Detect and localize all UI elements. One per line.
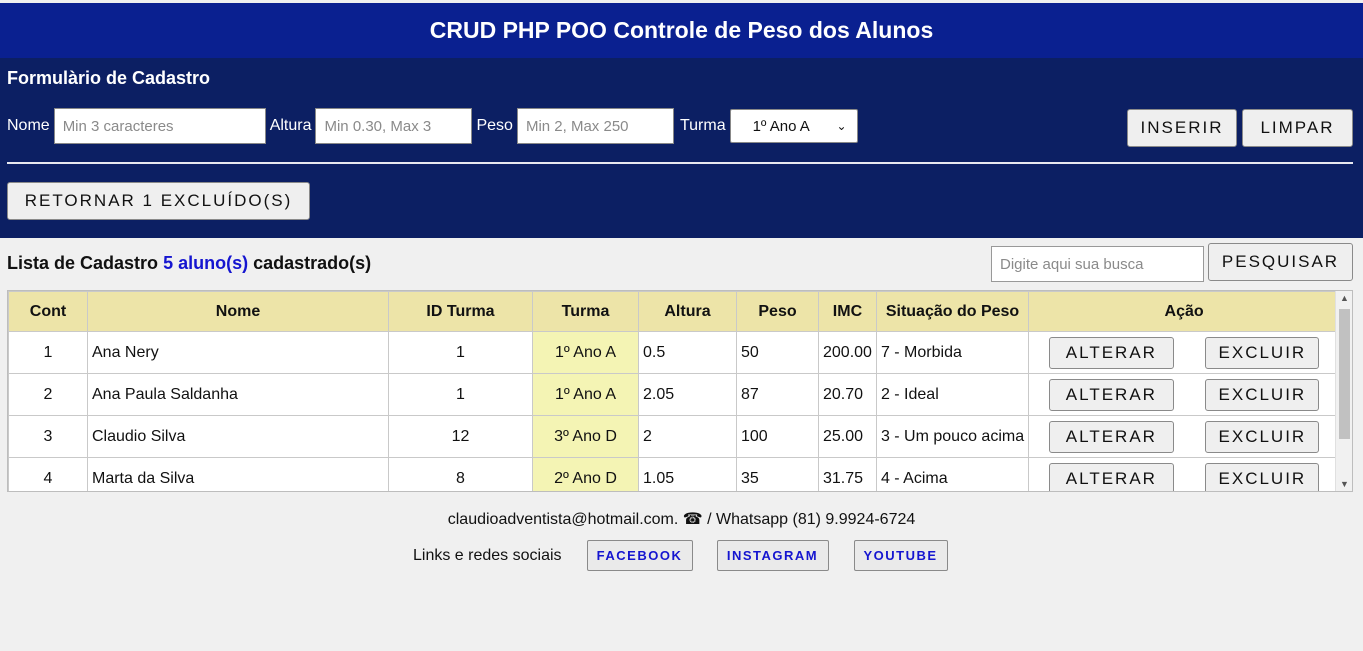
list-title-suffix: cadastrado(s): [253, 253, 372, 273]
form-title: Formulàrio de Cadastro: [7, 68, 211, 88]
social-links: Links e redes sociais FACEBOOK INSTAGRAM…: [413, 540, 948, 571]
cell-turma: 3º Ano D: [532, 415, 639, 458]
chevron-down-icon: ⌄: [836, 119, 847, 133]
cell-id-turma: 12: [388, 415, 533, 458]
col-situacao: Situação do Peso: [875, 291, 1030, 332]
retornar-excluidos-button[interactable]: RETORNAR 1 EXCLUÍDO(S): [7, 182, 310, 220]
list-title-prefix: Lista de Cadastro: [7, 253, 159, 273]
social-label: Links e redes sociais: [413, 546, 562, 564]
instagram-button[interactable]: INSTAGRAM: [716, 540, 829, 571]
page-header: CRUD PHP POO Controle de Peso dos Alunos: [0, 3, 1363, 58]
turma-select[interactable]: 1º Ano A ⌄: [729, 109, 858, 143]
cell-nome: Claudio Silva: [87, 415, 389, 458]
cell-cont: 4: [8, 457, 88, 491]
col-altura: Altura: [638, 291, 737, 332]
students-table-container[interactable]: Cont Nome ID Turma Turma Altura Peso IMC…: [7, 290, 1353, 492]
col-peso: Peso: [736, 291, 819, 332]
student-count: 5 aluno(s): [163, 253, 249, 273]
col-imc: IMC: [818, 291, 877, 332]
peso-label: Peso: [476, 117, 513, 134]
cell-turma: 2º Ano D: [532, 457, 639, 491]
nome-input[interactable]: [53, 108, 266, 144]
cell-altura: 2.05: [638, 373, 737, 416]
facebook-button[interactable]: FACEBOOK: [586, 540, 693, 571]
cell-turma: 1º Ano A: [532, 373, 639, 416]
cell-id-turma: 1: [388, 331, 533, 374]
cell-imc: 20.70: [818, 373, 877, 416]
cell-nome: Ana Nery: [87, 331, 389, 374]
cell-cont: 2: [8, 373, 88, 416]
cell-acao: ALTERAR EXCLUIR: [1028, 373, 1341, 416]
cell-nome: Ana Paula Saldanha: [87, 373, 389, 416]
altura-input[interactable]: [315, 108, 473, 144]
cell-situacao: 4 - Acima: [875, 457, 1030, 491]
alterar-button[interactable]: ALTERAR: [1048, 378, 1174, 411]
turma-label: Turma: [679, 117, 726, 134]
limpar-button[interactable]: LIMPAR: [1242, 109, 1353, 147]
cell-acao: ALTERAR EXCLUIR: [1028, 331, 1341, 374]
col-nome: Nome: [87, 291, 389, 332]
cell-situacao: 2 - Ideal: [875, 373, 1030, 416]
altura-label: Altura: [269, 117, 312, 134]
peso-input[interactable]: [516, 108, 674, 144]
scrollbar-thumb[interactable]: [1339, 309, 1350, 439]
alterar-button[interactable]: ALTERAR: [1048, 420, 1174, 453]
cell-cont: 1: [8, 331, 88, 374]
cell-peso: 50: [736, 331, 819, 374]
table-row: 1 Ana Nery 1 1º Ano A 0.5 50 200.00 7 - …: [8, 331, 1341, 374]
table-row: 4 Marta da Silva 8 2º Ano D 1.05 35 31.7…: [8, 457, 1341, 491]
cell-id-turma: 8: [388, 457, 533, 491]
cell-peso: 100: [736, 415, 819, 458]
turma-select-value: 1º Ano A: [752, 117, 810, 135]
contact-info: claudioadventista@hotmail.com. ☎ / Whats…: [447, 511, 916, 528]
table-row: 2 Ana Paula Saldanha 1 1º Ano A 2.05 87 …: [8, 373, 1341, 416]
cell-peso: 35: [736, 457, 819, 491]
nome-label: Nome: [7, 117, 50, 134]
excluir-button[interactable]: EXCLUIR: [1205, 378, 1320, 411]
registration-form: Formulàrio de Cadastro Nome Altura Peso …: [0, 58, 1363, 238]
list-title: Lista de Cadastro 5 aluno(s) cadastrado(…: [7, 253, 371, 274]
youtube-button[interactable]: YOUTUBE: [853, 540, 948, 571]
alterar-button[interactable]: ALTERAR: [1048, 462, 1174, 491]
excluir-button[interactable]: EXCLUIR: [1205, 336, 1320, 369]
cell-acao: ALTERAR EXCLUIR: [1028, 415, 1341, 458]
form-divider: [7, 162, 1353, 164]
form-fields-row: Nome Altura Peso Turma 1º Ano A ⌄: [7, 108, 858, 144]
cell-imc: 25.00: [818, 415, 877, 458]
col-id-turma: ID Turma: [388, 291, 533, 332]
cell-altura: 1.05: [638, 457, 737, 491]
cell-peso: 87: [736, 373, 819, 416]
col-cont: Cont: [8, 291, 88, 332]
col-acao: Ação: [1028, 291, 1341, 332]
search-input[interactable]: [991, 246, 1204, 282]
pesquisar-button[interactable]: PESQUISAR: [1208, 243, 1353, 281]
cell-altura: 2: [638, 415, 737, 458]
table-scrollbar[interactable]: ▲ ▼: [1335, 291, 1352, 491]
excluir-button[interactable]: EXCLUIR: [1205, 462, 1320, 491]
cell-altura: 0.5: [638, 331, 737, 374]
cell-situacao: 3 - Um pouco acima: [875, 415, 1030, 458]
cell-imc: 200.00: [818, 331, 877, 374]
cell-acao: ALTERAR EXCLUIR: [1028, 457, 1341, 491]
table-row: 3 Claudio Silva 12 3º Ano D 2 100 25.00 …: [8, 415, 1341, 458]
col-turma: Turma: [532, 291, 639, 332]
cell-nome: Marta da Silva: [87, 457, 389, 491]
inserir-button[interactable]: INSERIR: [1127, 109, 1237, 147]
table-header-row: Cont Nome ID Turma Turma Altura Peso IMC…: [8, 291, 1341, 332]
cell-cont: 3: [8, 415, 88, 458]
cell-situacao: 7 - Morbida: [875, 331, 1030, 374]
page-title: CRUD PHP POO Controle de Peso dos Alunos: [429, 17, 934, 43]
alterar-button[interactable]: ALTERAR: [1048, 336, 1174, 369]
scroll-down-icon[interactable]: ▼: [1336, 479, 1352, 489]
cell-turma: 1º Ano A: [532, 331, 639, 374]
cell-imc: 31.75: [818, 457, 877, 491]
students-table: Cont Nome ID Turma Turma Altura Peso IMC…: [8, 291, 1341, 491]
excluir-button[interactable]: EXCLUIR: [1205, 420, 1320, 453]
cell-id-turma: 1: [388, 373, 533, 416]
scroll-up-icon[interactable]: ▲: [1336, 293, 1352, 303]
